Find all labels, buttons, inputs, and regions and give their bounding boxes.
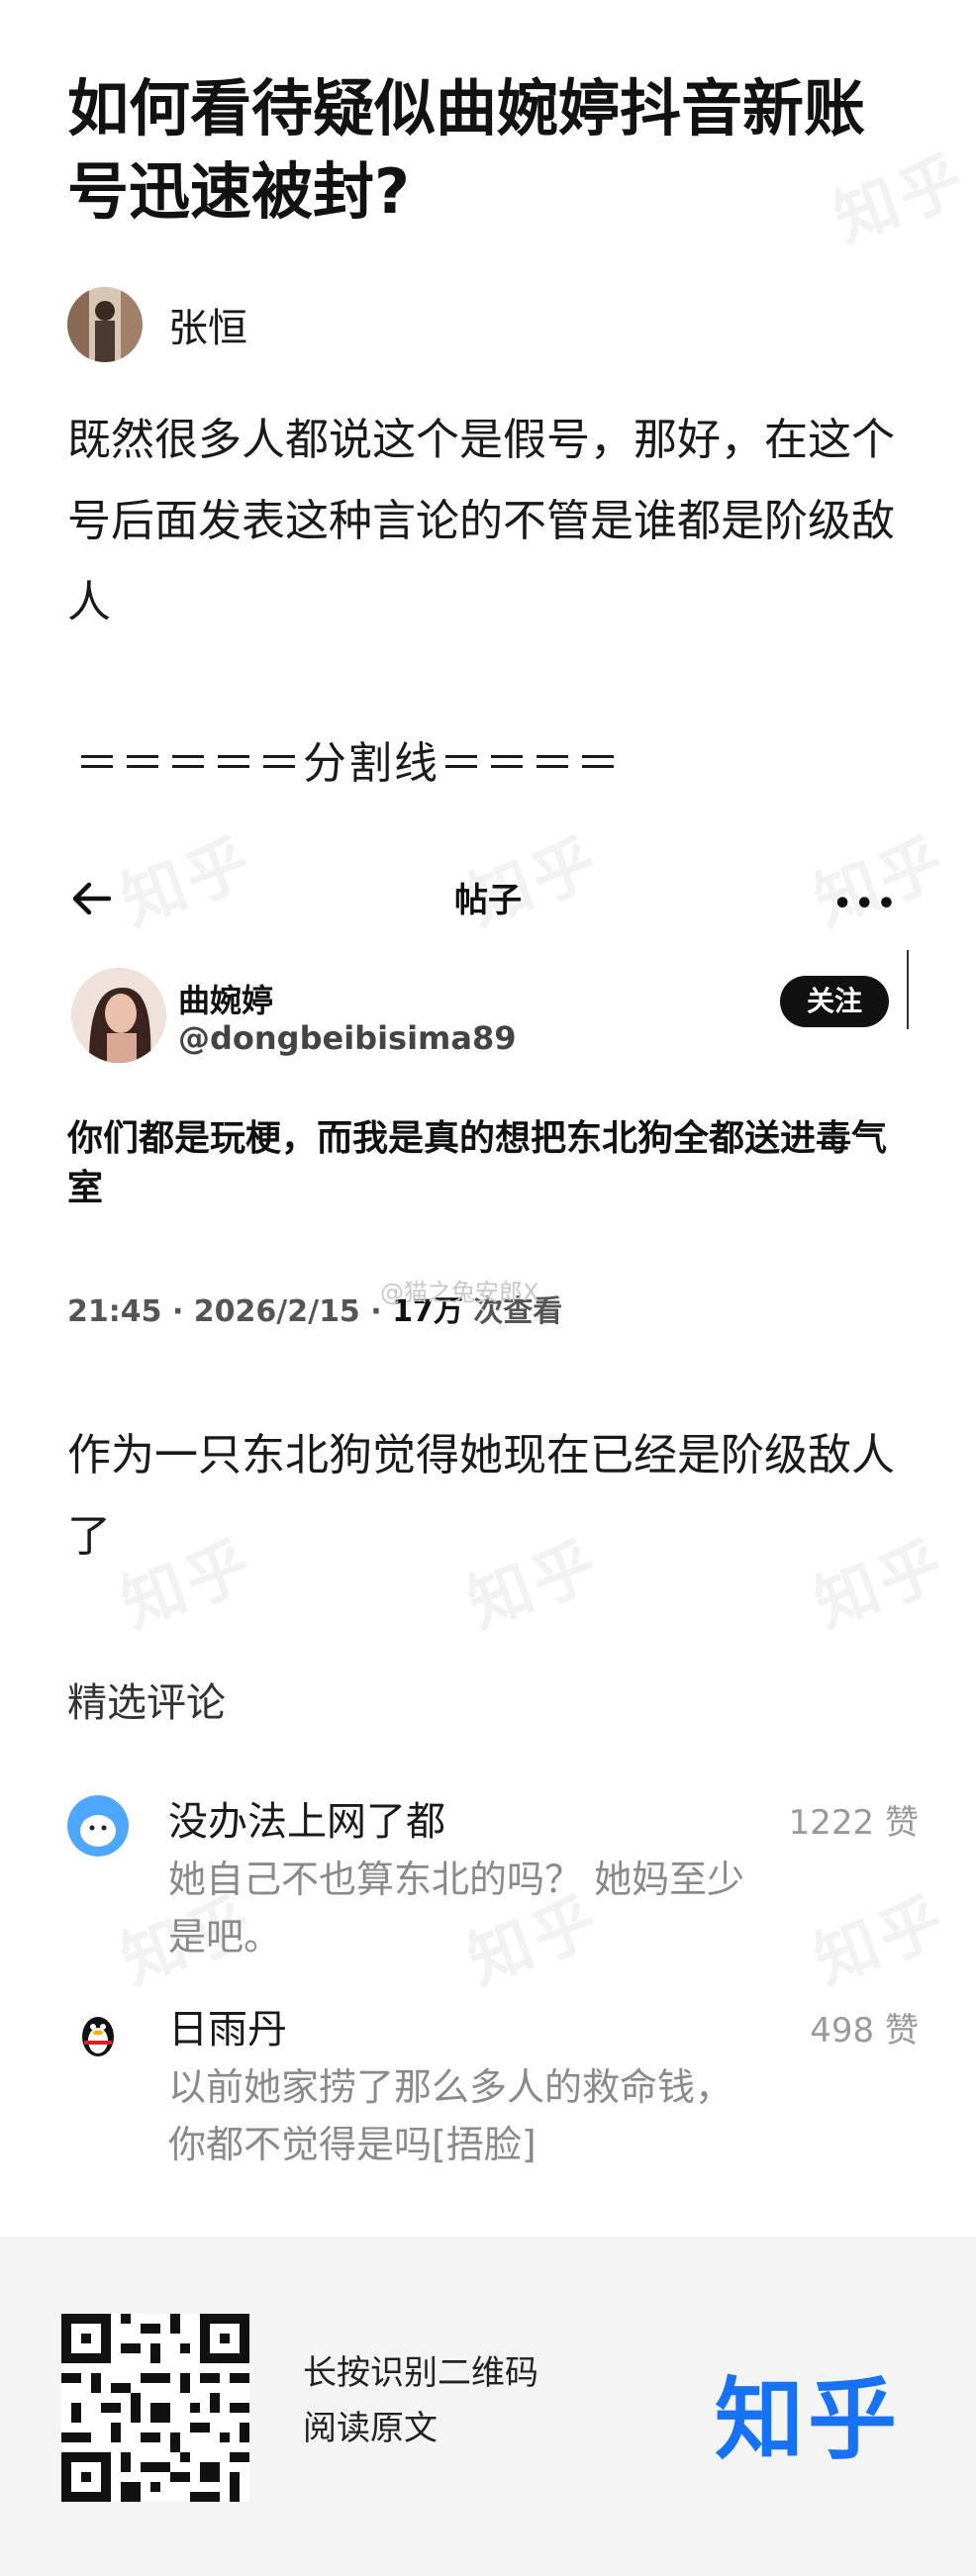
comment-item[interactable]: 日雨丹 以前她家捞了那么多人的救命钱，你都不觉得是吗[捂脸] 498 赞 [67,1997,919,2175]
comment-like-count[interactable]: 498 赞 [810,2003,919,2051]
share-footer: 长按识别二维码 阅读原文 知乎 [0,2237,976,2576]
post-text: 你们都是玩梗，而我是真的想把东北狗全都送进毒气室 [67,1118,888,1208]
embedded-post-screenshot: 帖子 ••• 曲婉婷 @dongbeibisima89 关注 你们都是玩梗，而我… [67,859,909,1354]
post-time: 21:45 · 2026/2/15 · [67,1294,393,1329]
commenter-name[interactable]: 没办法上网了都 [168,1789,445,1847]
post-user-avatar [71,968,166,1063]
author-name[interactable]: 张恒 [168,296,247,353]
qr-hint-line2: 阅读原文 [303,2409,438,2448]
qr-hint-line1: 长按识别二维码 [303,2353,538,2393]
qr-code-icon[interactable] [61,2314,249,2502]
answer-paragraph: 既然很多人都说这个是假号，那好，在这个号后面发表这种言论的不管是谁都是阶级敌人 [67,415,895,627]
post-user-name: 曲婉婷 [178,982,274,1019]
commenter-avatar[interactable] [67,2003,129,2064]
scroll-edge [907,950,909,1029]
zhihu-logo: 知乎 [715,2368,901,2472]
more-icon: ••• [832,887,899,921]
comment-like-count[interactable]: 1222 赞 [789,1795,919,1844]
commenter-name[interactable]: 日雨丹 [168,1997,287,2054]
divider-text: ＝＝＝＝＝分割线＝＝＝＝ [75,738,622,789]
featured-comments-title: 精选评论 [67,1680,226,1726]
follow-button: 关注 [780,976,889,1027]
embedded-nav-bar: 帖子 ••• [67,859,909,938]
answer-paragraph-2: 作为一只东北狗觉得她现在已经是阶级敌人了 [67,1430,895,1562]
post-user-handle: @dongbeibisima89 [178,1019,517,1057]
comment-text: 以前她家捞了那么多人的救命钱，你都不觉得是吗[捂脸] [168,2065,733,2166]
author-row[interactable]: 张恒 [67,287,247,362]
comment-text: 她自己不也算东北的吗？ 她妈至少是吧。 [168,1858,745,1958]
zhihu-share-card: 知乎 知乎 知乎 知乎 知乎 知乎 知乎 知乎 知乎 知乎 如何看待疑似曲婉婷抖… [0,0,976,2576]
commenter-avatar[interactable] [67,1795,129,1857]
embedded-nav-title: 帖子 [454,881,522,920]
comment-item[interactable]: 没办法上网了都 她自己不也算东北的吗？ 她妈至少是吧。 1222 赞 [67,1789,919,1967]
weibo-watermark: @猫之兔安郎X [380,1279,539,1306]
author-avatar[interactable] [67,287,143,362]
question-title[interactable]: 如何看待疑似曲婉婷抖音新账号迅速被封? [67,67,919,234]
